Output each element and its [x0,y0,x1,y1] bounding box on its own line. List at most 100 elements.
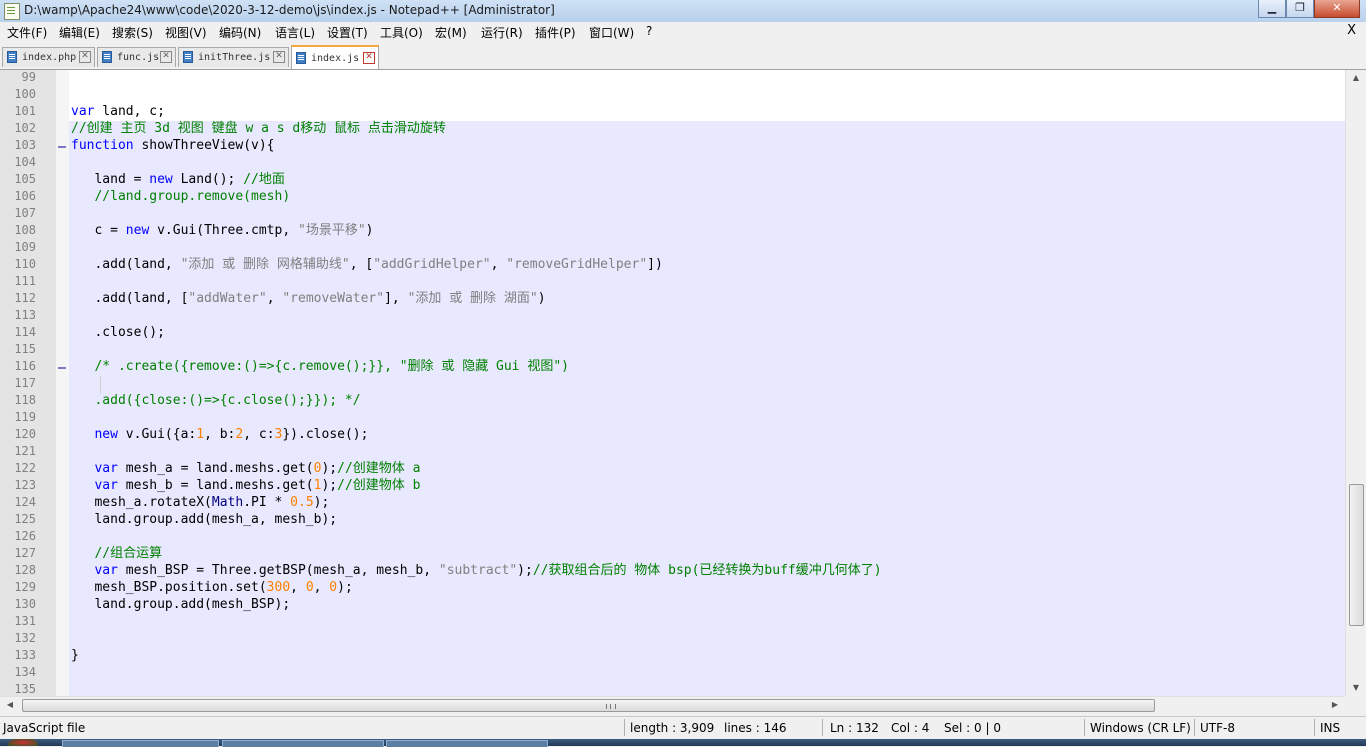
status-insert-mode[interactable]: INS [1320,721,1340,735]
code-token: land = [71,172,150,187]
scroll-right-icon[interactable]: ▶ [1327,697,1343,713]
tab-close-icon[interactable]: ✕ [273,51,285,63]
horizontal-scrollbar[interactable]: ◀ ▶ [0,696,1345,713]
code-line[interactable]: 135 [0,681,1345,696]
code-line[interactable]: 103 function showThreeView(v){ [0,137,1345,154]
menu-search[interactable]: 搜索(S) [112,24,153,41]
tab-close-icon[interactable]: ✕ [79,51,91,63]
code-token: 300 [266,580,291,595]
horizontal-scroll-thumb[interactable] [22,699,1155,712]
code-line[interactable]: 124 mesh_a.rotateX(Math.PI * 0.5); [0,494,1345,511]
menu-language[interactable]: 语言(L) [275,24,315,41]
code-line[interactable]: 118 .add({close:()=>{c.close();}}); */ [0,392,1345,409]
code-token: //地面 [243,172,285,187]
tab-index-js[interactable]: index.js ✕ [291,45,379,69]
menu-encoding[interactable]: 编码(N) [219,24,261,41]
line-number: 102 [14,121,36,135]
menu-settings[interactable]: 设置(T) [327,24,368,41]
code-line[interactable]: 113 [0,307,1345,324]
grip-icon [606,704,616,709]
code-line[interactable]: 126 [0,528,1345,545]
menu-macro[interactable]: 宏(M) [435,24,467,41]
code-line[interactable]: 101 var land, c; [0,103,1345,120]
vertical-scrollbar[interactable]: ▲ ▼ [1345,70,1366,696]
code-token: v.Gui({a: [117,427,197,442]
minimize-button[interactable]: ▁ [1258,0,1286,18]
code-line[interactable]: 104 [0,154,1345,171]
code-line[interactable]: 125 land.group.add(mesh_a, mesh_b); [0,511,1345,528]
code-token: ], [384,291,408,306]
code-line[interactable]: 111 [0,273,1345,290]
code-editor[interactable]: 99 100 101 var land, c; 102//创建 主页 3d 视图 键盘 … [0,70,1366,696]
code-line[interactable]: 99 [0,70,1345,86]
code-line[interactable]: 127 //组合运算 [0,545,1345,562]
code-line[interactable]: 114 .close(); [0,324,1345,341]
code-line[interactable]: 110 .add(land, "添加 或 删除 网格辅助线", ["addGri… [0,256,1345,273]
menu-view[interactable]: 视图(V) [165,24,207,41]
close-document-button[interactable]: X [1347,23,1356,38]
scroll-up-icon[interactable]: ▲ [1346,70,1366,86]
code-line[interactable]: 119 [0,409,1345,426]
vertical-scroll-thumb[interactable] [1349,484,1364,626]
code-line[interactable]: 123 var mesh_b = land.meshs.get(1);//创建物… [0,477,1345,494]
menu-help[interactable]: ? [646,24,652,38]
start-button[interactable] [8,739,38,746]
tab-close-icon[interactable]: ✕ [160,51,172,63]
code-line[interactable]: 131 [0,613,1345,630]
tab-initthree-js[interactable]: initThree.js ✕ [178,47,289,67]
code-line[interactable]: 102 //创建 主页 3d 视图 键盘 w a s d移动 鼠标 点击滑动旋转 [0,120,1345,137]
code-line[interactable]: 100 [0,86,1345,103]
code-line[interactable]: 134 [0,664,1345,681]
line-text: var mesh_a = land.meshs.get(0);//创建物体 a [71,460,420,477]
menu-tools[interactable]: 工具(O) [380,24,423,41]
status-encoding[interactable]: UTF-8 [1200,721,1235,735]
status-selection: Sel : 0 | 0 [944,721,1001,735]
menu-plugins[interactable]: 插件(P) [535,24,576,41]
code-line[interactable]: 121 [0,443,1345,460]
menu-file[interactable]: 文件(F) [7,24,47,41]
tab-index-php[interactable]: index.php ✕ [2,47,95,67]
line-number: 122 [14,461,36,475]
code-line[interactable]: 109 [0,239,1345,256]
code-token: ); [321,461,338,476]
code-area[interactable]: 99 100 101 var land, c; 102//创建 主页 3d 视图 键盘 … [0,70,1345,696]
menu-edit[interactable]: 编辑(E) [59,24,100,41]
code-line[interactable]: 116 /* .create({remove:()=>{c.remove();}… [0,358,1345,375]
code-line[interactable]: 132 [14,630,1345,647]
status-eol[interactable]: Windows (CR LF) [1090,721,1191,735]
line-number: 124 [14,495,36,509]
tab-func-js[interactable]: func.js ✕ [97,47,176,67]
code-line[interactable]: 108 c = new v.Gui(Three.cmtp, "场景平移") [0,222,1345,239]
code-token: 1 [196,427,205,442]
code-line[interactable]: 105 land = new Land(); //地面 [0,171,1345,188]
tab-close-icon[interactable]: ✕ [363,52,375,64]
code-line[interactable]: 106 //land.group.remove(mesh) [0,188,1345,205]
code-line[interactable]: 107 [0,205,1345,222]
code-line[interactable]: 133} [0,647,1345,664]
code-token: new [94,427,118,442]
menu-window[interactable]: 窗口(W) [589,24,634,41]
code-line[interactable]: 130 land.group.add(mesh_BSP); [0,596,1345,613]
code-token: .add(land, [ [71,291,189,306]
code-token: new [149,172,173,187]
line-text: .close(); [71,324,164,341]
close-window-button[interactable]: ✕ [1314,0,1360,18]
code-line[interactable]: 112 .add(land, ["addWater", "removeWater… [0,290,1345,307]
code-line[interactable]: 122 var mesh_a = land.meshs.get(0);//创建物… [0,460,1345,477]
scroll-left-icon[interactable]: ◀ [2,697,18,713]
menu-run[interactable]: 运行(R) [481,24,523,41]
scroll-down-icon[interactable]: ▼ [1346,680,1366,696]
line-number: 132 [14,631,36,645]
code-token: ) [365,223,374,238]
code-line[interactable]: 120 new v.Gui({a:1, b:2, c:3}).close(); [0,426,1345,443]
code-token: .add(land, [71,257,181,272]
code-line[interactable]: 129 mesh_BSP.position.set(300, 0, 0); [0,579,1345,596]
code-line[interactable]: 115 [0,341,1345,358]
code-token: ]) [647,257,663,272]
code-token: "添加 或 删除 网格辅助线" [180,257,350,272]
code-line[interactable]: 117 [0,375,1345,392]
maximize-button[interactable]: ❐ [1286,0,1314,18]
code-line[interactable]: 128 var mesh_BSP = Three.getBSP(mesh_a, … [0,562,1345,579]
code-token: "removeGridHelper" [506,257,648,272]
line-number: 106 [14,189,36,203]
